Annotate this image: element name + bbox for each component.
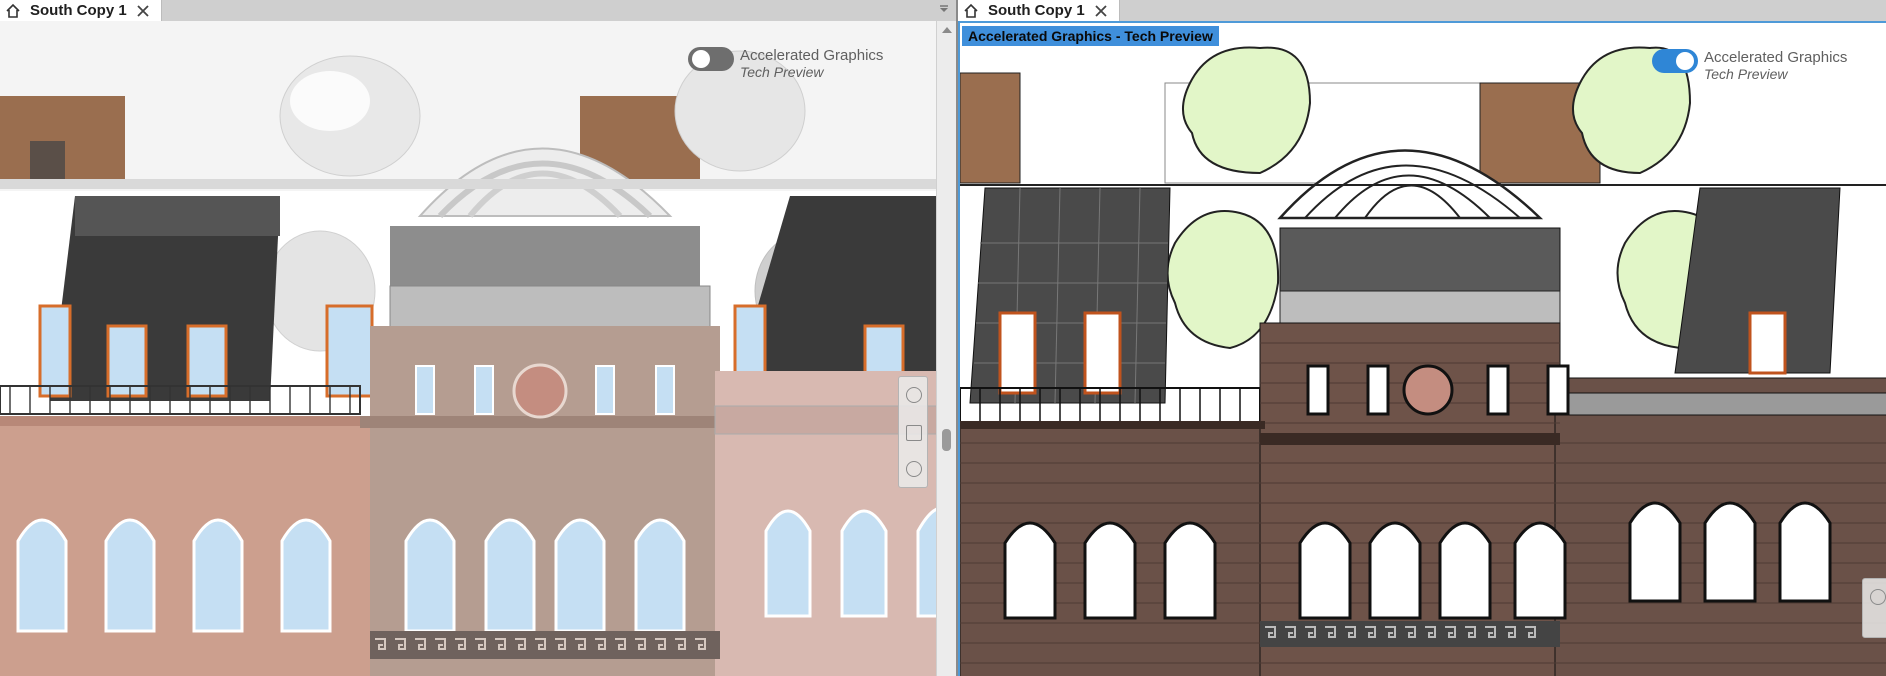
scroll-up-icon[interactable] <box>942 27 952 33</box>
left-view-pane: South Copy 1 Accelerated Graphics Tech P… <box>0 0 956 676</box>
close-icon[interactable] <box>135 3 151 19</box>
scrollbar-thumb[interactable] <box>942 429 951 451</box>
right-drawing-canvas[interactable]: Accelerated Graphics - Tech Preview Acce… <box>958 21 1886 676</box>
left-ag-title: Accelerated Graphics <box>740 47 884 64</box>
view-badge: Accelerated Graphics - Tech Preview <box>962 26 1219 46</box>
close-icon[interactable] <box>1093 3 1109 19</box>
toggle-knob <box>692 50 710 68</box>
right-elevation-drawing <box>960 23 1886 676</box>
left-vertical-scrollbar[interactable] <box>936 21 956 676</box>
right-view-tab[interactable]: South Copy 1 <box>958 0 1120 21</box>
left-ag-subtitle: Tech Preview <box>740 64 824 80</box>
right-view-pane: South Copy 1 Accelerated Graphics - Tech… <box>958 0 1886 676</box>
home-icon <box>4 2 22 20</box>
zoom-icon[interactable] <box>906 425 922 441</box>
navigation-bar-icon[interactable] <box>898 376 928 488</box>
revit-app: South Copy 1 Accelerated Graphics Tech P… <box>0 0 1886 676</box>
left-elevation-drawing <box>0 21 956 676</box>
left-ag-text: Accelerated Graphics Tech Preview <box>740 47 883 81</box>
steering-wheel-icon[interactable] <box>1870 589 1886 605</box>
right-ag-text: Accelerated Graphics Tech Preview <box>1704 49 1847 83</box>
chevron-down-icon[interactable] <box>936 2 952 18</box>
left-tab-title: South Copy 1 <box>30 2 127 19</box>
steering-wheel-icon[interactable] <box>906 387 922 403</box>
toggle-knob <box>1676 52 1694 70</box>
right-tab-bar: South Copy 1 <box>958 0 1886 21</box>
left-drawing-canvas[interactable]: Accelerated Graphics Tech Preview <box>0 21 956 676</box>
right-ag-subtitle: Tech Preview <box>1704 66 1788 82</box>
left-view-tab[interactable]: South Copy 1 <box>0 0 162 21</box>
left-tab-bar: South Copy 1 <box>0 0 956 21</box>
right-tab-title: South Copy 1 <box>988 2 1085 19</box>
navigation-bar-icon[interactable] <box>1862 578 1886 638</box>
right-accelerated-graphics-toggle[interactable] <box>1652 49 1698 73</box>
right-ag-title: Accelerated Graphics <box>1704 49 1848 66</box>
left-accelerated-graphics-control: Accelerated Graphics Tech Preview <box>688 47 883 81</box>
left-accelerated-graphics-toggle[interactable] <box>688 47 734 71</box>
right-accelerated-graphics-control: Accelerated Graphics Tech Preview <box>1652 49 1847 83</box>
home-icon <box>962 2 980 20</box>
navigation-menu-icon[interactable] <box>906 461 922 477</box>
